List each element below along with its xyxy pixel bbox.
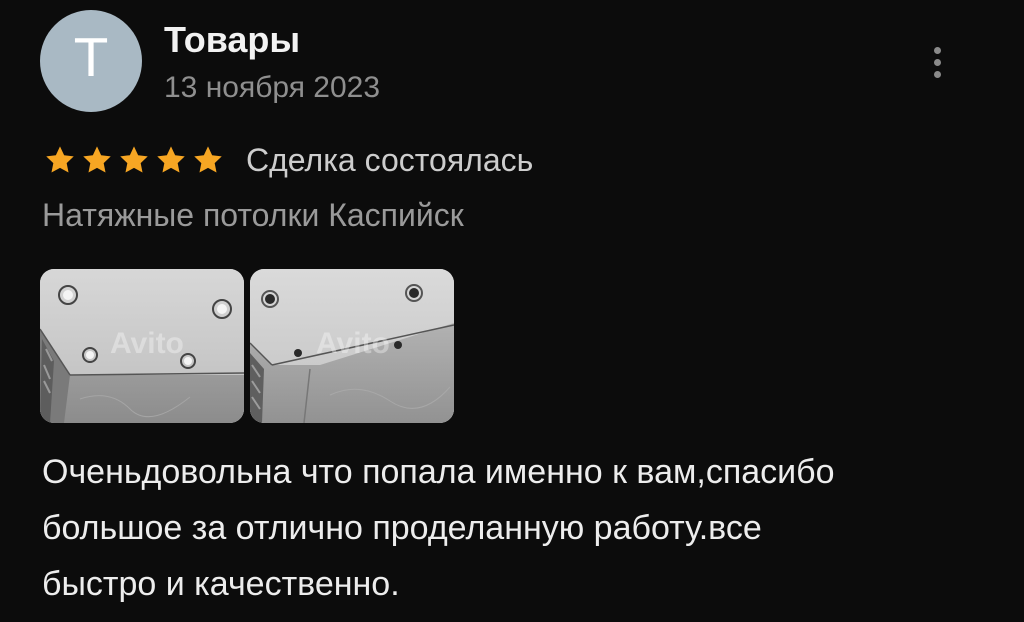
review-photo[interactable]: Avito bbox=[250, 269, 454, 423]
more-options-button[interactable] bbox=[920, 40, 954, 84]
watermark-text: Avito bbox=[110, 327, 184, 360]
review-text: Оченьдовольна что попала именно к вам,сп… bbox=[42, 453, 835, 603]
review-date: 13 ноября 2023 bbox=[164, 71, 381, 104]
review-card: T Товары 13 ноября 2023 Сделка состоялас… bbox=[0, 0, 1024, 622]
star-icon bbox=[157, 146, 185, 173]
rating-row: Сделка состоялась bbox=[44, 138, 533, 182]
star-icon bbox=[120, 146, 148, 173]
star-icon bbox=[83, 146, 111, 173]
author-name[interactable]: Товары bbox=[164, 18, 300, 61]
review-photo[interactable]: Avito bbox=[40, 269, 244, 423]
more-vertical-icon-dot-2 bbox=[933, 58, 941, 66]
watermark-text: Avito bbox=[316, 327, 390, 360]
more-vertical-icon bbox=[933, 46, 941, 54]
avatar[interactable]: T bbox=[40, 10, 142, 112]
avatar-letter: T bbox=[75, 29, 107, 89]
star-icon bbox=[46, 146, 74, 173]
item-title: Натяжные потолки Каспийск bbox=[42, 197, 464, 233]
more-vertical-icon-dot-3 bbox=[933, 70, 941, 78]
deal-status: Сделка состоялась bbox=[246, 142, 534, 178]
star-rating bbox=[44, 144, 224, 176]
star-icon bbox=[194, 146, 222, 173]
photo-gallery: Avito Avito bbox=[40, 269, 454, 423]
